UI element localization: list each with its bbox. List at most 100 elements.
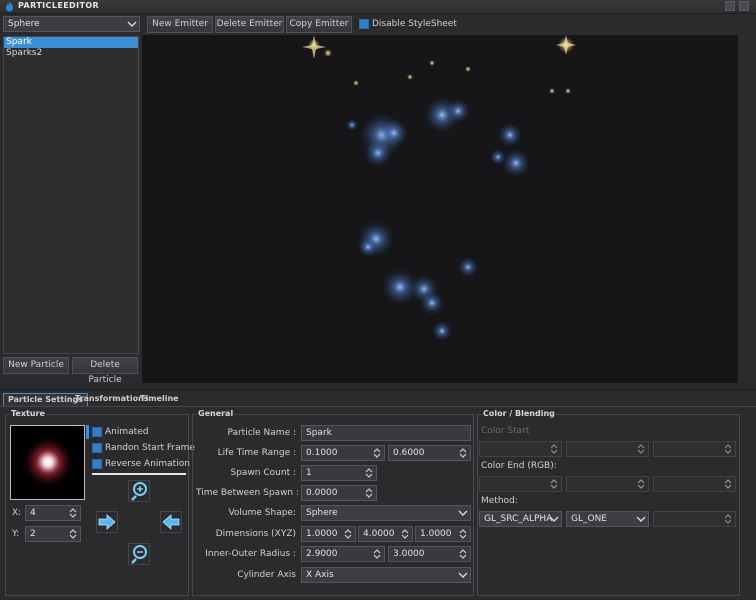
- tile-y-label: Y:: [12, 529, 20, 539]
- window-title: PARTICLEEDITOR: [18, 1, 100, 10]
- particle-preview: [302, 35, 576, 341]
- chevron-down-icon: [549, 516, 559, 522]
- dimension-y-value: 4.0000: [363, 529, 395, 539]
- spawn-count-value: 1: [306, 468, 312, 478]
- tile-y-value: 2: [30, 529, 36, 539]
- delete-particle-button[interactable]: Delete Particle: [72, 357, 138, 385]
- dimensions-label: Dimensions (XYZ): [215, 529, 296, 539]
- volume-shape-label: Volume Shape:: [228, 508, 296, 518]
- spinner-icon: [69, 508, 77, 518]
- title-bar: [0, 0, 756, 14]
- life-time-max-input[interactable]: 0.6000: [388, 445, 471, 461]
- spinner-icon: [637, 479, 645, 489]
- blend-src-select[interactable]: GL_SRC_ALPHA: [479, 511, 562, 527]
- reverse-animation-label: Reverse Animation: [105, 459, 190, 469]
- next-frame-button[interactable]: [96, 511, 118, 533]
- outer-radius-value: 3.0000: [393, 549, 425, 559]
- dimension-x-value: 1.0000: [306, 529, 338, 539]
- zoom-in-icon: [131, 482, 147, 501]
- outer-radius-input[interactable]: 3.0000: [388, 546, 471, 562]
- particle-name-input[interactable]: Spark: [301, 425, 471, 441]
- volume-shape-select[interactable]: Sphere: [301, 505, 471, 521]
- particle-list[interactable]: Spark Sparks2: [3, 36, 139, 354]
- time-between-spawn-value: 0.0000: [306, 488, 338, 498]
- blend-method-label: Method:: [481, 496, 518, 506]
- tile-x-value: 4: [30, 508, 36, 518]
- previous-frame-button[interactable]: [160, 511, 182, 533]
- cylinder-axis-label: Cylinder Axis: [237, 570, 296, 580]
- spinner-icon: [550, 444, 558, 454]
- particle-name-label: Particle Name :: [227, 428, 296, 438]
- reverse-animation-checkbox[interactable]: [92, 459, 102, 469]
- life-time-label: Life Time Range :: [217, 448, 296, 458]
- emitter-select[interactable]: Sphere: [3, 16, 140, 32]
- close-button[interactable]: [739, 1, 749, 11]
- chevron-down-icon: [127, 21, 137, 27]
- color-end-b-input[interactable]: [653, 476, 736, 492]
- disable-stylesheet-checkbox[interactable]: [359, 19, 369, 29]
- dimension-z-value: 1.0000: [420, 529, 452, 539]
- color-start-label: Color Start: [481, 426, 530, 436]
- spinner-icon: [344, 529, 352, 539]
- spinner-icon: [373, 448, 381, 458]
- color-start-b-input: [653, 441, 736, 457]
- minimize-button[interactable]: [725, 1, 735, 11]
- inner-radius-input[interactable]: 2.9000: [301, 546, 385, 562]
- texture-preview[interactable]: [10, 425, 85, 500]
- spinner-icon: [373, 549, 381, 559]
- emitter-select-value: Sphere: [8, 19, 40, 29]
- spinner-icon: [459, 448, 467, 458]
- color-start-r-input: [479, 441, 562, 457]
- time-between-spawn-input[interactable]: 0.0000: [301, 485, 377, 501]
- list-item[interactable]: Sparks2: [4, 48, 138, 59]
- tab-timeline[interactable]: Timeline: [136, 393, 183, 406]
- animated-checkbox[interactable]: [92, 427, 102, 437]
- new-emitter-button[interactable]: New Emitter: [147, 16, 213, 33]
- copy-emitter-button[interactable]: Copy Emitter: [286, 16, 352, 33]
- spark-texture-image: [22, 436, 74, 488]
- new-particle-button[interactable]: New Particle: [3, 357, 69, 374]
- particle-name-value: Spark: [306, 428, 332, 438]
- blend-extra-input: [653, 511, 736, 527]
- spinner-icon: [637, 444, 645, 454]
- texture-scrollbar[interactable]: [86, 425, 89, 439]
- delete-emitter-button[interactable]: Delete Emitter: [215, 16, 284, 33]
- particle-viewport[interactable]: [142, 35, 738, 383]
- blend-src-value: GL_SRC_ALPHA: [484, 514, 553, 524]
- dimension-x-input[interactable]: 1.0000: [301, 526, 356, 542]
- random-start-frame-checkbox[interactable]: [92, 443, 102, 453]
- life-time-min-input[interactable]: 0.1000: [301, 445, 385, 461]
- blend-dst-select[interactable]: GL_ONE: [566, 511, 649, 527]
- general-group-title: General: [197, 409, 235, 418]
- volume-shape-value: Sphere: [306, 508, 338, 518]
- spinner-icon: [724, 479, 732, 489]
- inner-outer-radius-label: Inner-Outer Radius :: [205, 549, 296, 559]
- animated-label: Animated: [105, 427, 149, 437]
- spawn-count-label: Spawn Count :: [230, 468, 297, 478]
- dimension-z-input[interactable]: 1.0000: [415, 526, 471, 542]
- panel-divider: [0, 389, 756, 390]
- color-end-g-input[interactable]: [566, 476, 649, 492]
- chevron-down-icon: [458, 510, 468, 516]
- tile-x-label: X:: [12, 508, 22, 518]
- arrow-right-icon: [98, 514, 116, 530]
- zoom-in-button[interactable]: [128, 480, 150, 502]
- spawn-count-input[interactable]: 1: [301, 465, 377, 481]
- spinner-icon: [724, 444, 732, 454]
- random-start-frame-label: Randon Start Frame: [105, 443, 195, 453]
- inner-radius-value: 2.9000: [306, 549, 338, 559]
- color-end-r-input[interactable]: [479, 476, 562, 492]
- spinner-icon: [401, 529, 409, 539]
- tile-y-input[interactable]: 2: [25, 526, 81, 542]
- zoom-out-button[interactable]: [128, 543, 150, 565]
- life-time-min-value: 0.1000: [306, 448, 338, 458]
- tile-x-input[interactable]: 4: [25, 505, 81, 521]
- list-item[interactable]: Spark: [4, 37, 138, 48]
- dimension-y-input[interactable]: 4.0000: [358, 526, 413, 542]
- blend-dst-value: GL_ONE: [571, 514, 607, 524]
- chevron-down-icon: [458, 572, 468, 578]
- time-between-spawn-label: Time Between Spawn :: [196, 488, 300, 498]
- color-start-g-input: [566, 441, 649, 457]
- arrow-left-icon: [162, 514, 180, 530]
- cylinder-axis-select[interactable]: X Axis: [301, 567, 471, 583]
